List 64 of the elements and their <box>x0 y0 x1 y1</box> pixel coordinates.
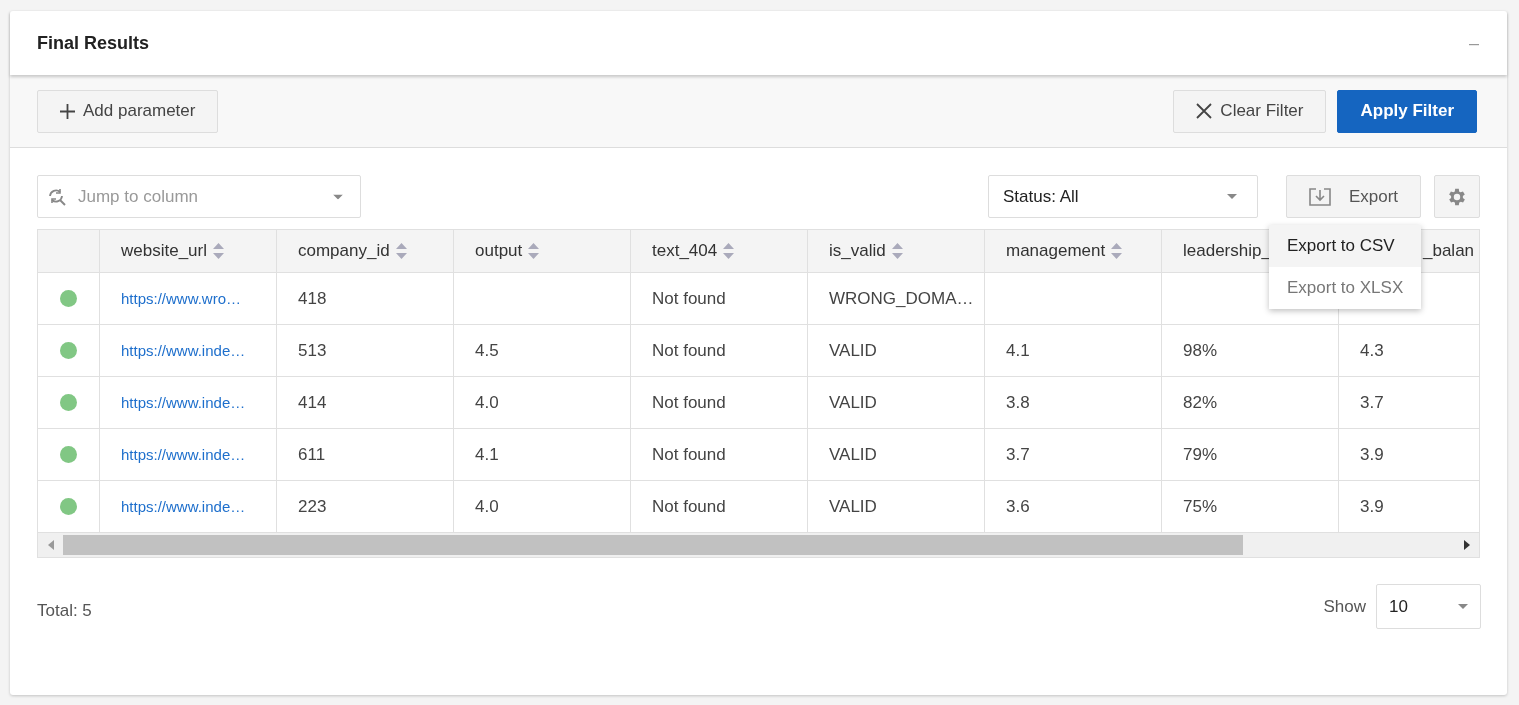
sort-icon[interactable] <box>395 242 407 260</box>
table-cell: 4.1 <box>454 429 631 481</box>
website-link[interactable]: https://www.inde… <box>121 394 246 411</box>
sort-icon[interactable] <box>891 242 903 260</box>
column-header[interactable]: output <box>454 230 631 273</box>
caret-icon <box>333 194 343 199</box>
table-cell: 3.8 <box>985 377 1162 429</box>
table-cell: 4.0 <box>454 377 631 429</box>
sort-icon[interactable] <box>213 242 224 260</box>
website-link[interactable]: https://www.inde… <box>121 446 246 463</box>
sort-icon[interactable] <box>723 242 735 260</box>
table-cell: WRONG_DOMA… <box>808 273 985 325</box>
status-select[interactable]: Status: All <box>988 175 1258 218</box>
total-count: Total: 5 <box>37 600 92 621</box>
column-header[interactable]: website_url <box>100 230 277 273</box>
table-cell: 4.5 <box>454 325 631 377</box>
table-cell: 79% <box>1162 429 1339 481</box>
search-icon <box>47 187 67 206</box>
plus-icon <box>60 103 75 119</box>
table-cell: Not found <box>631 325 808 377</box>
close-icon <box>1196 103 1213 119</box>
table-cell: 3.7 <box>1339 377 1479 429</box>
caret-icon <box>1458 604 1468 609</box>
table-cell: 513 <box>277 325 454 377</box>
sort-icon[interactable] <box>1111 242 1123 260</box>
table-cell: 4.1 <box>985 325 1162 377</box>
export-button[interactable]: Export <box>1286 175 1421 218</box>
caret-icon <box>1227 194 1237 199</box>
table-cell: Not found <box>631 429 808 481</box>
scroll-right-icon[interactable] <box>1463 540 1470 550</box>
website-link[interactable]: https://www.inde… <box>121 342 246 359</box>
column-header[interactable]: text_404 <box>631 230 808 273</box>
table-cell: VALID <box>808 325 985 377</box>
table-cell: 82% <box>1162 377 1339 429</box>
table-cell: 98% <box>1162 325 1339 377</box>
table-cell: 3.7 <box>985 429 1162 481</box>
clear-filter-button[interactable]: Clear Filter <box>1173 89 1327 133</box>
download-icon <box>1308 187 1331 206</box>
table-cell: VALID <box>808 377 985 429</box>
table-cell: 4.3 <box>1339 325 1479 377</box>
table-cell: Not found <box>631 377 808 429</box>
page-size-select[interactable]: 10 <box>1376 584 1481 629</box>
apply-filter-button[interactable]: Apply Filter <box>1337 89 1477 133</box>
menu-item[interactable]: Export to XLSX <box>1269 267 1421 309</box>
table-cell: 3.9 <box>1339 429 1479 481</box>
menu-item[interactable]: Export to CSV <box>1269 225 1421 267</box>
horizontal-scrollbar[interactable] <box>38 533 1479 557</box>
table-cell: 414 <box>277 377 454 429</box>
scroll-left-icon[interactable] <box>47 540 54 550</box>
settings-button[interactable] <box>1434 175 1480 218</box>
jump-to-column-field[interactable]: Jump to column <box>37 175 361 218</box>
table-cell: Not found <box>631 273 808 325</box>
column-header[interactable]: is_valid <box>808 230 985 273</box>
table-cell: VALID <box>808 429 985 481</box>
column-header[interactable]: company_id <box>277 230 454 273</box>
panel-title: Final Results <box>37 32 150 54</box>
add-parameter-button[interactable]: Add parameter <box>37 89 219 133</box>
sort-icon[interactable] <box>528 242 540 260</box>
website-link[interactable]: https://www.wro… <box>121 290 242 307</box>
show-label: Show <box>1323 596 1366 617</box>
table-cell: 418 <box>277 273 454 325</box>
table-cell: 611 <box>277 429 454 481</box>
column-header[interactable]: management <box>985 230 1162 273</box>
website-link[interactable]: https://www.inde… <box>121 498 246 515</box>
